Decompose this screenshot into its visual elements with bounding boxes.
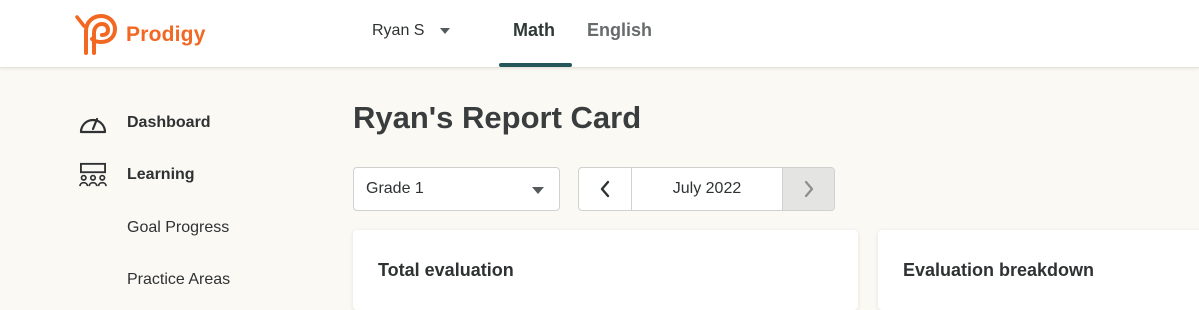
previous-month-button[interactable] <box>579 168 632 210</box>
tab-math[interactable]: Math <box>513 20 555 41</box>
total-evaluation-card: Total evaluation <box>353 230 858 310</box>
gauge-icon <box>79 117 107 134</box>
page-title: Ryan's Report Card <box>353 100 642 135</box>
sidebar-item-label: Learning <box>127 166 195 183</box>
prodigy-logo[interactable]: Prodigy <box>74 13 206 57</box>
sidebar-item-goal-progress[interactable]: Goal Progress <box>127 217 287 239</box>
grade-select-value: Grade 1 <box>366 180 424 197</box>
evaluation-breakdown-card: Evaluation breakdown <box>878 230 1199 310</box>
chevron-down-icon <box>532 187 544 194</box>
brand-name: Prodigy <box>126 23 206 46</box>
month-navigator: July 2022 <box>578 167 835 211</box>
top-header: Prodigy Ryan S Math English <box>0 0 1199 68</box>
sidebar-item-label: Goal Progress <box>127 219 230 236</box>
classroom-icon <box>79 162 107 187</box>
chevron-down-icon <box>440 28 451 34</box>
grade-select[interactable]: Grade 1 <box>353 167 560 211</box>
sidebar-item-label: Practice Areas <box>127 271 231 288</box>
active-tab-indicator <box>499 63 572 67</box>
prodigy-logo-icon <box>75 13 118 55</box>
user-name: Ryan S <box>372 22 425 39</box>
chevron-left-icon <box>600 180 610 198</box>
sidebar-item-learning[interactable]: Learning <box>78 162 278 190</box>
sidebar-item-practice-areas[interactable]: Practice Areas <box>127 269 287 291</box>
card-title: Evaluation breakdown <box>903 260 1095 280</box>
sidebar-item-label: Dashboard <box>127 114 211 131</box>
card-title: Total evaluation <box>378 260 514 280</box>
sidebar-item-dashboard[interactable]: Dashboard <box>78 110 278 136</box>
tab-english[interactable]: English <box>587 20 652 41</box>
chevron-right-icon <box>804 180 813 198</box>
next-month-button[interactable] <box>783 168 834 210</box>
current-month: July 2022 <box>632 168 783 210</box>
user-menu[interactable]: Ryan S <box>372 22 451 40</box>
